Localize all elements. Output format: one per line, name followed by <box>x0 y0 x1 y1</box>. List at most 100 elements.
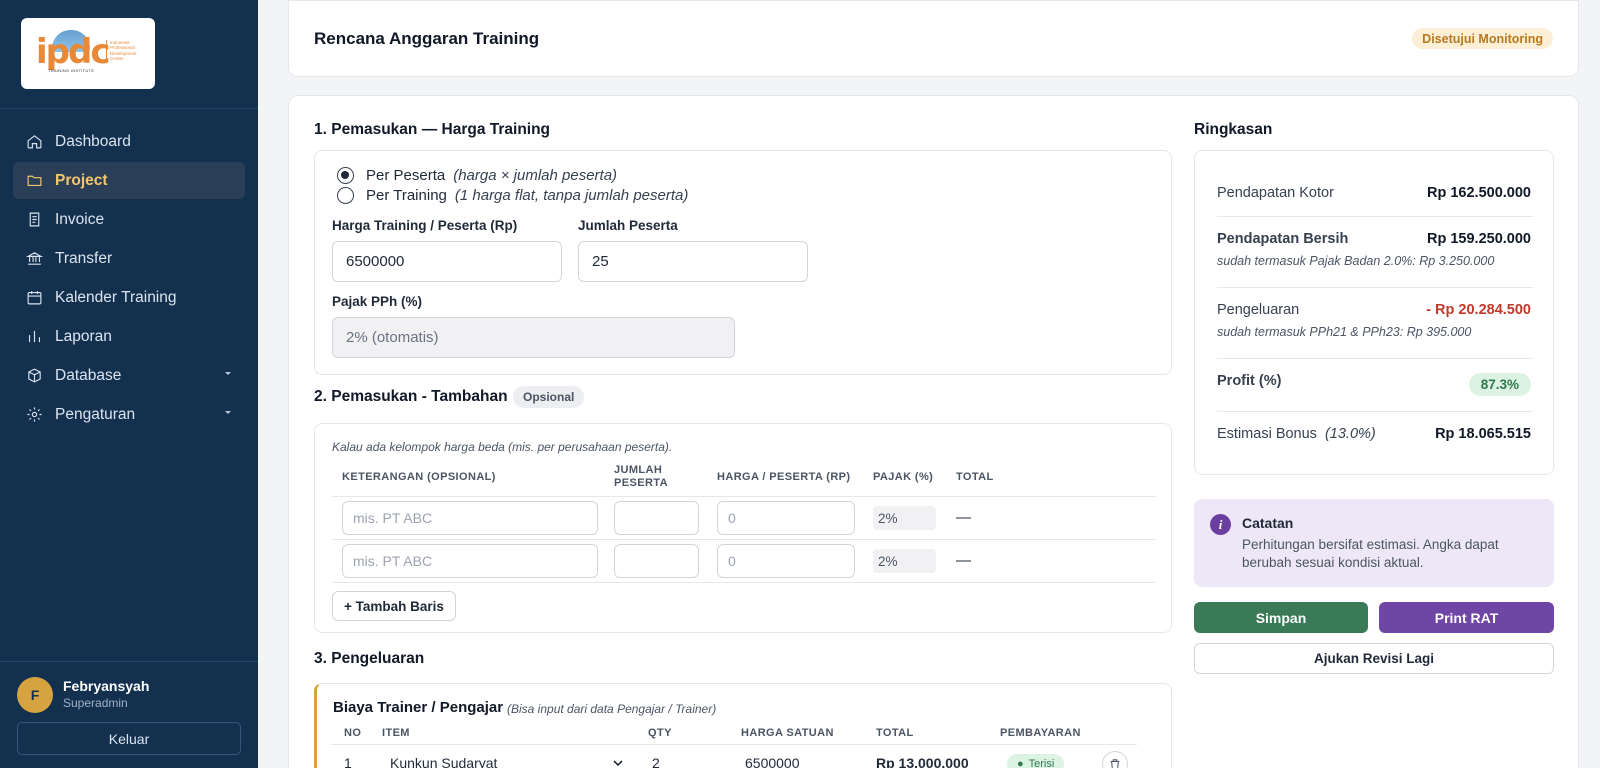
sidebar-item-pengaturan[interactable]: Pengaturan <box>13 396 245 433</box>
net-income-value: Rp 159.250.000 <box>1427 231 1531 247</box>
section-1-title: 1. Pemasukan — Harga Training <box>314 121 551 138</box>
participants-input[interactable] <box>614 501 699 535</box>
chevron-down-icon <box>225 411 231 414</box>
bonus-value: Rp 18.065.515 <box>1435 426 1531 442</box>
sidebar-item-label: Transfer <box>55 249 113 267</box>
total-value: — <box>956 509 971 526</box>
document-icon <box>29 212 40 227</box>
column-header: KETERANGAN (OPSIONAL) <box>342 471 496 483</box>
avatar: F <box>17 677 53 713</box>
gross-income-value: Rp 162.500.000 <box>1427 185 1531 201</box>
description-input[interactable]: mis. PT ABC <box>342 501 598 535</box>
column-header: PAJAK (%) <box>873 471 934 483</box>
bar-chart-icon <box>28 330 41 343</box>
price-label: Harga Training / Peserta (Rp) <box>332 218 518 233</box>
hint-text: Kalau ada kelompok harga beda (mis. per … <box>332 440 673 454</box>
check-icon: ● <box>1017 758 1024 768</box>
trainer-cost-note: (Bisa input dari data Pengajar / Trainer… <box>507 702 717 716</box>
sidebar-item-transfer[interactable]: Transfer <box>13 240 245 277</box>
folder-icon <box>27 175 42 187</box>
participants-input[interactable] <box>614 544 699 578</box>
column-header: HARGA SATUAN <box>741 727 834 739</box>
gear-icon <box>27 407 42 422</box>
sidebar-item-label: Project <box>55 171 108 189</box>
logo-mark: ipdc Indonesia Professional Development … <box>36 29 140 78</box>
divider <box>1217 358 1533 359</box>
unit-price-input[interactable]: 6500000 <box>745 755 800 768</box>
divider <box>1217 216 1533 217</box>
logout-button[interactable]: Keluar <box>17 722 241 755</box>
sidebar-item-label: Laporan <box>55 327 112 345</box>
trainer-select[interactable]: Kunkun Sudaryat <box>390 755 497 768</box>
request-revision-button[interactable]: Ajukan Revisi Lagi <box>1194 643 1554 674</box>
print-rat-button[interactable]: Print RAT <box>1379 602 1554 633</box>
summary-title: Ringkasan <box>1194 121 1273 138</box>
company-logo[interactable]: ipdc Indonesia Professional Development … <box>21 18 155 89</box>
note-text: Perhitungan bersifat estimasi. Angka dap… <box>1242 537 1499 570</box>
description-input[interactable]: mis. PT ABC <box>342 544 598 578</box>
tax-input: 2% (otomatis) <box>332 317 735 358</box>
trash-icon <box>1110 759 1120 768</box>
radio-button[interactable] <box>337 187 354 204</box>
sidebar-item-laporan[interactable]: Laporan <box>13 318 245 355</box>
pricing-option-per-peserta[interactable]: Per Peserta (harga × jumlah peserta) <box>337 167 617 184</box>
expense-label: Pengeluaran <box>1217 302 1300 318</box>
sidebar-item-label: Dashboard <box>55 132 131 150</box>
column-header: PEMBAYARAN <box>1000 727 1081 739</box>
divider <box>332 582 1156 583</box>
column-header: HARGA / PESERTA (RP) <box>717 471 851 483</box>
option-label: Per Peserta <box>366 167 446 184</box>
sidebar-item-invoice[interactable]: Invoice <box>13 201 245 238</box>
save-button[interactable]: Simpan <box>1194 602 1368 633</box>
payment-status-label: Terisi <box>1028 758 1055 768</box>
chevron-down-icon <box>225 372 231 375</box>
section-3-title: 3. Pengeluaran <box>314 650 425 667</box>
net-income-label: Pendapatan Bersih <box>1217 231 1349 247</box>
option-note: (1 harga flat, tanpa jumlah peserta) <box>454 187 689 204</box>
column-header: TOTAL <box>876 727 914 739</box>
trainer-cost-title: Biaya Trainer / Pengajar <box>333 699 504 716</box>
radio-button[interactable] <box>337 167 354 184</box>
sidebar-item-kalender-training[interactable]: Kalender Training <box>13 279 245 316</box>
calendar-icon <box>27 291 42 305</box>
sidebar-nav: Dashboard Project Invoice Transfer Kalen… <box>13 123 245 435</box>
sidebar-item-label: Database <box>55 366 122 384</box>
sidebar-item-database[interactable]: Database <box>13 357 245 394</box>
column-header: ITEM <box>382 727 410 739</box>
price-input[interactable]: 0 <box>717 544 855 578</box>
gross-income-label: Pendapatan Kotor <box>1217 185 1334 201</box>
optional-badge: Opsional <box>513 386 585 408</box>
chevron-down-icon <box>613 760 623 767</box>
sidebar-item-project[interactable]: Project <box>13 162 245 199</box>
bonus-label: Estimasi Bonus (13.0%) <box>1217 426 1376 442</box>
budget-form-card: 1. Pemasukan — Harga Training Per Pesert… <box>288 95 1579 768</box>
pricing-option-per-training[interactable]: Per Training (1 harga flat, tanpa jumlah… <box>337 187 688 204</box>
add-row-button[interactable]: + Tambah Baris <box>332 591 456 621</box>
column-header: NO <box>344 727 362 739</box>
delete-row-button[interactable] <box>1102 751 1128 768</box>
payment-status-badge: ● Terisi <box>1007 754 1065 768</box>
qty-input[interactable]: 2 <box>652 755 660 768</box>
sidebar-item-dashboard[interactable]: Dashboard <box>13 123 245 160</box>
logo-subtitle: Indonesia Professional Development Cente… <box>106 39 140 62</box>
profit-badge: 87.3% <box>1468 373 1531 396</box>
expense-value: - Rp 20.284.500 <box>1426 302 1531 318</box>
divider <box>0 108 258 109</box>
price-input[interactable]: 6500000 <box>332 241 562 282</box>
divider <box>332 539 1156 540</box>
option-label: Per Training <box>366 187 447 204</box>
box-icon <box>28 368 41 383</box>
sidebar-item-label: Invoice <box>55 210 105 228</box>
bank-icon <box>26 252 43 265</box>
divider <box>1217 411 1533 412</box>
net-income-note: sudah termasuk Pajak Badan 2.0%: Rp 3.25… <box>1217 254 1495 268</box>
status-badge: Disetujui Monitoring <box>1412 28 1553 49</box>
row-total: Rp 13.000.000 <box>876 755 969 768</box>
price-input[interactable]: 0 <box>717 501 855 535</box>
tax-value: 2% <box>873 506 936 530</box>
user-name: Febryansyah <box>63 678 150 694</box>
participants-input[interactable]: 25 <box>578 241 808 282</box>
participants-label: Jumlah Peserta <box>578 218 678 233</box>
tax-label: Pajak PPh (%) <box>332 294 423 309</box>
column-header: QTY <box>648 727 672 739</box>
